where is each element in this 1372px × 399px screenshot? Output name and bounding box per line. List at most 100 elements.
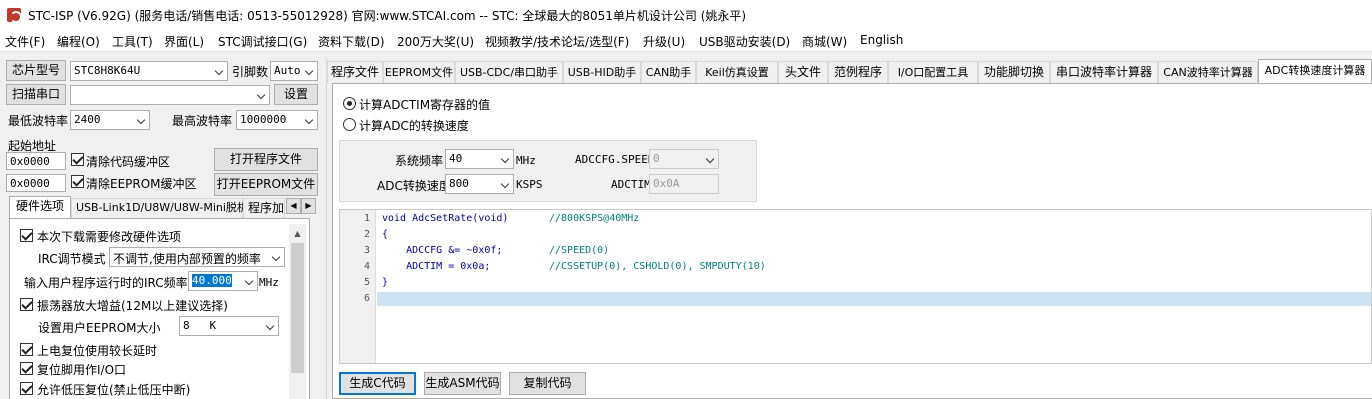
tab-usb-cdc[interactable]: USB-CDC/串口助手 xyxy=(455,61,563,83)
pins-label: 引脚数 xyxy=(232,65,269,79)
tab-can-baud[interactable]: CAN波特率计算器 xyxy=(1158,61,1258,83)
low-voltage-reset-checkbox[interactable] xyxy=(20,382,33,395)
window-title: STC-ISP (V6.92G) (服务电话/销售电话: 0513-550129… xyxy=(28,9,747,23)
menu-tools[interactable]: 工具(T) xyxy=(112,33,153,50)
code-comment: //SPEED(0) xyxy=(549,245,610,256)
tab-eeprom-file[interactable]: EEPROM文件 xyxy=(383,61,455,83)
chip-type-label: 芯片型号 xyxy=(6,60,66,81)
menu-file[interactable]: 文件(F) xyxy=(5,33,45,50)
tab-scroll-right-button[interactable]: ▶ xyxy=(301,198,316,214)
calc-adctim-label: 计算ADCTIM寄存器的值 xyxy=(359,98,491,112)
clear-eeprom-checkbox[interactable] xyxy=(71,175,84,188)
menu-debug[interactable]: STC调试接口(G) xyxy=(218,33,307,50)
tab-pin-switch[interactable]: 功能脚切换 xyxy=(978,61,1050,83)
menu-prize[interactable]: 200万大奖(U) xyxy=(397,33,474,50)
code-line: void AdcSetRate(void) xyxy=(382,213,509,224)
panel-splitter[interactable] xyxy=(326,57,327,399)
tab-can-helper[interactable]: CAN助手 xyxy=(641,61,696,83)
tab-program-file[interactable]: 程序文件 xyxy=(327,61,383,83)
code-address-input[interactable]: 0x0000 xyxy=(6,152,66,170)
menu-interface[interactable]: 界面(L) xyxy=(164,33,204,50)
min-baud-select[interactable]: 2400 xyxy=(70,110,150,130)
clear-code-label: 清除代码缓冲区 xyxy=(86,155,171,169)
menu-upgrade[interactable]: 升级(U) xyxy=(643,33,685,50)
current-line-highlight xyxy=(377,292,1371,306)
chip-type-select[interactable]: STC8H8K64U xyxy=(70,61,228,81)
line-number: 1 xyxy=(363,213,370,224)
copy-code-button[interactable]: 复制代码 xyxy=(509,372,586,395)
irc-frequency-label: 输入用户程序运行时的IRC频率 xyxy=(24,276,188,290)
code-comment: //800KSPS@40MHz xyxy=(549,213,640,224)
irc-frequency-select[interactable]: 40.000 xyxy=(188,271,258,291)
tab-adc-speed[interactable]: ADC转换速度计算器 xyxy=(1258,59,1372,84)
scrollbar-thumb[interactable] xyxy=(291,243,304,373)
adc-speed-label: ADC转换速度 xyxy=(377,179,451,193)
modify-hw-options-label: 本次下载需要修改硬件选项 xyxy=(37,230,182,244)
code-editor[interactable]: 1 void AdcSetRate(void) //800KSPS@40MHz … xyxy=(339,209,1372,364)
menu-video[interactable]: 视频教学/技术论坛/选型(F) xyxy=(485,33,629,50)
tab-hardware-options[interactable]: 硬件选项 xyxy=(9,196,71,219)
power-on-delay-checkbox[interactable] xyxy=(20,343,33,356)
generate-asm-code-button[interactable]: 生成ASM代码 xyxy=(424,372,501,395)
irc-mode-label: IRC调节模式 xyxy=(38,252,106,266)
calc-speed-radio[interactable] xyxy=(343,118,356,131)
eeprom-size-label: 设置用户EEPROM大小 xyxy=(38,321,161,335)
scan-port-button[interactable]: 扫描串口 xyxy=(6,84,66,105)
tab-header-file[interactable]: 头文件 xyxy=(778,61,828,83)
code-line: { xyxy=(382,229,389,240)
pins-select[interactable]: Auto xyxy=(270,61,318,81)
code-line: ADCTIM = 0x0a; xyxy=(382,261,491,272)
tab-keil-sim[interactable]: Keil仿真设置 xyxy=(696,61,778,83)
adc-speed-select[interactable]: 800 xyxy=(445,174,514,194)
menu-program[interactable]: 编程(O) xyxy=(57,33,100,50)
code-line: ADCCFG &= ~0x0f; xyxy=(382,245,503,256)
menu-downloads[interactable]: 资料下载(D) xyxy=(318,33,385,50)
tab-program-add[interactable]: 程序加 xyxy=(243,198,285,218)
reset-pin-io-label: 复位脚用作I/O口 xyxy=(37,363,127,377)
adctim-label: ADCTIM xyxy=(611,178,651,191)
settings-button[interactable]: 设置 xyxy=(274,84,318,105)
system-freq-unit: MHz xyxy=(516,154,536,167)
system-freq-select[interactable]: 40 xyxy=(445,149,514,169)
osc-gain-checkbox[interactable] xyxy=(20,298,33,311)
power-on-delay-label: 上电复位使用较长延时 xyxy=(37,344,158,358)
menu-english[interactable]: English xyxy=(860,33,903,47)
tab-usb-hid[interactable]: USB-HID助手 xyxy=(563,61,641,83)
adccfg-speed-select: 0 xyxy=(649,149,719,169)
low-voltage-reset-label: 允许低压复位(禁止低压中断) xyxy=(37,383,191,397)
tab-uart-baud[interactable]: 串口波特率计算器 xyxy=(1050,61,1158,83)
min-baud-label: 最低波特率 xyxy=(8,114,69,128)
eeprom-size-select[interactable]: 8 K xyxy=(179,316,279,336)
open-eeprom-button[interactable]: 打开EEPROM文件 xyxy=(214,173,318,196)
tab-io-config[interactable]: I/O口配置工具 xyxy=(888,61,978,83)
app-logo-icon xyxy=(7,8,22,23)
irc-mode-select[interactable]: 不调节,使用内部预置的频率 xyxy=(109,247,285,267)
menu-shop[interactable]: 商城(W) xyxy=(802,33,847,50)
eeprom-address-input[interactable]: 0x0000 xyxy=(6,174,66,192)
max-baud-select[interactable]: 1000000 xyxy=(236,110,318,130)
line-number: 6 xyxy=(363,293,370,304)
irc-frequency-value: 40.000 xyxy=(192,274,232,287)
calc-adctim-radio[interactable] xyxy=(343,97,356,110)
calc-speed-label: 计算ADC的转换速度 xyxy=(359,119,469,133)
adctim-value-field: 0x0A xyxy=(649,174,719,194)
system-freq-label: 系统频率 xyxy=(395,154,444,168)
scroll-up-icon[interactable]: ▲ xyxy=(290,226,305,241)
line-number: 5 xyxy=(363,277,370,288)
menu-usb-driver[interactable]: USB驱动安装(D) xyxy=(699,33,790,50)
open-program-button[interactable]: 打开程序文件 xyxy=(214,148,318,171)
generate-c-code-button[interactable]: 生成C代码 xyxy=(339,372,416,395)
line-number: 4 xyxy=(363,261,370,272)
irc-frequency-unit: MHz xyxy=(259,276,279,289)
tab-examples[interactable]: 范例程序 xyxy=(828,61,888,83)
tab-scroll-left-button[interactable]: ◀ xyxy=(286,198,301,214)
tab-usb-link[interactable]: USB-Link1D/U8W/U8W-Mini脱机 xyxy=(71,198,248,218)
max-baud-label: 最高波特率 xyxy=(172,114,233,128)
clear-code-checkbox[interactable] xyxy=(71,153,84,166)
port-select[interactable] xyxy=(70,85,270,105)
reset-pin-io-checkbox[interactable] xyxy=(20,362,33,375)
code-comment: //CSSETUP(0), CSHOLD(0), SMPDUTY(10) xyxy=(549,261,766,272)
line-number: 3 xyxy=(363,245,370,256)
menu-bar: 文件(F) 编程(O) 工具(T) 界面(L) STC调试接口(G) 资料下载(… xyxy=(0,30,1372,52)
modify-hw-options-checkbox[interactable] xyxy=(20,229,33,242)
